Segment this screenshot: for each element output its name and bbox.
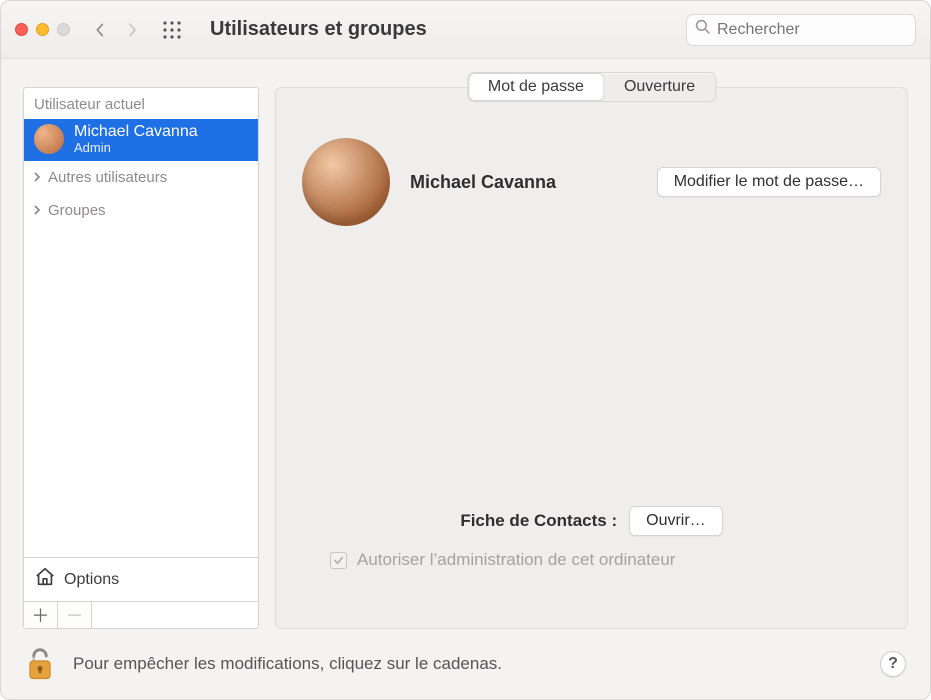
tab-segmented-control: Mot de passe Ouverture (467, 72, 716, 102)
user-list: Utilisateur actuel Michael Cavanna Admin… (23, 87, 259, 602)
sidebar-current-user[interactable]: Michael Cavanna Admin (24, 119, 258, 161)
change-password-button[interactable]: Modifier le mot de passe… (657, 167, 881, 197)
user-header: Michael Cavanna Modifier le mot de passe… (302, 138, 881, 226)
sidebar-other-users-label: Autres utilisateurs (48, 169, 167, 186)
zoom-window-button (57, 23, 70, 36)
remove-user-button: － (58, 602, 92, 628)
search-input[interactable] (717, 21, 924, 39)
search-field[interactable] (686, 14, 916, 46)
titlebar: Utilisateurs et groupes (1, 1, 930, 59)
show-all-icon[interactable] (162, 20, 182, 40)
lock-hint-text: Pour empêcher les modifications, cliquez… (73, 654, 502, 674)
tab-login[interactable]: Ouverture (604, 73, 715, 101)
current-user-section-label: Utilisateur actuel (24, 88, 258, 119)
open-contacts-button[interactable]: Ouvrir… (629, 506, 723, 536)
minimize-window-button[interactable] (36, 23, 49, 36)
contacts-row: Fiche de Contacts : Ouvrir… (302, 506, 881, 536)
sidebar-groups-label: Groupes (48, 202, 106, 219)
admin-checkbox (330, 552, 347, 569)
chevron-right-icon (32, 202, 42, 219)
sidebar: Utilisateur actuel Michael Cavanna Admin… (23, 87, 259, 629)
sidebar-options[interactable]: Options (24, 557, 258, 601)
window-title: Utilisateurs et groupes (210, 18, 427, 41)
sidebar-groups[interactable]: Groupes (24, 194, 258, 227)
footer: Pour empêcher les modifications, cliquez… (1, 629, 930, 699)
user-avatar[interactable] (302, 138, 390, 226)
forward-button[interactable] (128, 23, 142, 37)
home-icon (34, 566, 56, 593)
close-window-button[interactable] (15, 23, 28, 36)
lock-icon[interactable] (25, 646, 55, 682)
user-avatar-small (34, 124, 64, 154)
search-icon (695, 19, 711, 40)
sidebar-other-users[interactable]: Autres utilisateurs (24, 161, 258, 194)
tab-password[interactable]: Mot de passe (468, 73, 604, 101)
sidebar-user-name: Michael Cavanna (74, 123, 198, 141)
help-button[interactable]: ? (880, 651, 906, 677)
window-controls (15, 23, 70, 36)
contacts-label: Fiche de Contacts : (460, 511, 617, 531)
user-full-name: Michael Cavanna (410, 172, 556, 193)
admin-checkbox-label: Autoriser l’administration de cet ordina… (357, 550, 675, 570)
add-remove-bar: ＋ － (23, 602, 259, 629)
nav-buttons (96, 23, 142, 37)
main-panel: Mot de passe Ouverture Michael Cavanna M… (275, 87, 908, 629)
preferences-window: Utilisateurs et groupes Utilisateur actu… (0, 0, 931, 700)
back-button[interactable] (96, 23, 110, 37)
sidebar-options-label: Options (64, 571, 119, 589)
sidebar-user-role: Admin (74, 141, 198, 155)
admin-checkbox-row: Autoriser l’administration de cet ordina… (302, 550, 881, 570)
chevron-right-icon (32, 169, 42, 186)
body: Utilisateur actuel Michael Cavanna Admin… (1, 59, 930, 629)
add-user-button[interactable]: ＋ (24, 602, 58, 628)
